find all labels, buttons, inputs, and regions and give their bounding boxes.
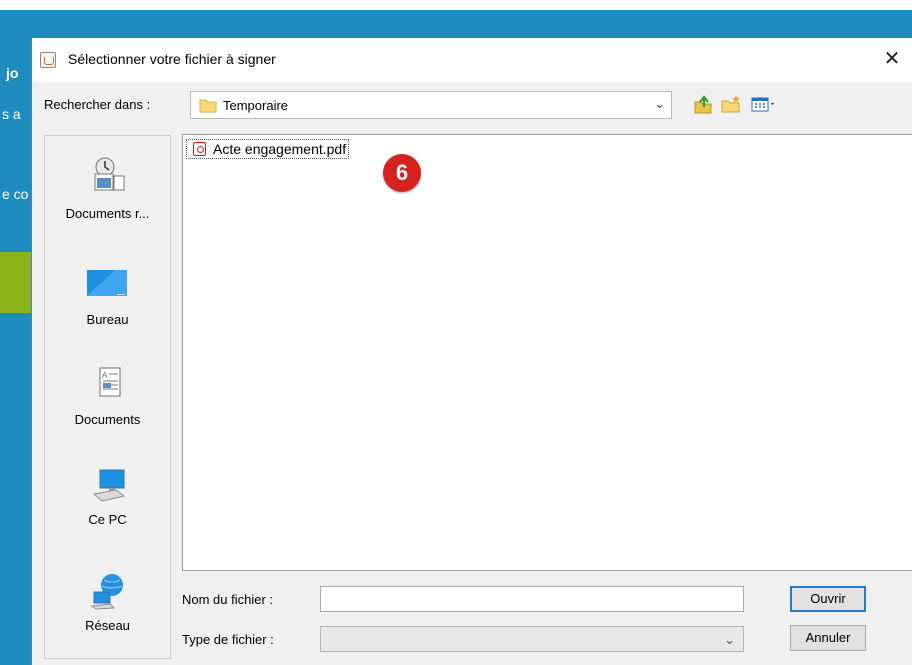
up-folder-icon[interactable]	[692, 93, 714, 115]
file-item[interactable]: Acte engagement.pdf	[186, 139, 350, 159]
pdf-file-icon	[193, 142, 206, 156]
background-app-panel: jo s a e co	[0, 10, 31, 665]
chevron-down-icon: ⌄	[724, 632, 735, 647]
place-label: Bureau	[86, 312, 129, 327]
background-text-fragment: s a	[2, 106, 21, 122]
svg-text:A: A	[102, 371, 108, 380]
recent-documents-icon	[94, 157, 125, 191]
close-button[interactable]: ✕	[872, 44, 912, 74]
file-type-select[interactable]: ⌄	[320, 626, 744, 652]
network-icon	[90, 574, 123, 610]
new-folder-icon[interactable]	[720, 93, 742, 115]
view-menu-icon[interactable]	[750, 93, 778, 115]
dialog-title: Sélectionner votre fichier à signer	[68, 51, 276, 67]
look-in-combobox[interactable]: Temporaire ⌄	[190, 91, 672, 119]
file-name-input[interactable]	[320, 586, 744, 612]
place-documents[interactable]: A Documents	[45, 364, 170, 454]
file-name-label: Nom du fichier :	[182, 592, 274, 607]
desktop-icon	[87, 270, 127, 296]
step-badge: 6	[383, 154, 421, 192]
place-label: Réseau	[85, 618, 130, 633]
java-app-icon	[40, 52, 56, 68]
place-network[interactable]: Réseau	[45, 572, 170, 652]
file-list[interactable]: Acte engagement.pdf 6	[182, 134, 912, 571]
folder-icon	[199, 99, 217, 113]
cancel-button[interactable]: Annuler	[790, 625, 866, 651]
open-button[interactable]: Ouvrir	[790, 586, 866, 612]
file-chooser-dialog: Sélectionner votre fichier à signer ✕ Re…	[31, 38, 912, 665]
background-green-block	[0, 252, 31, 313]
place-label: Ce PC	[88, 512, 127, 527]
place-recent-documents[interactable]: Documents r...	[45, 156, 170, 246]
places-sidebar: Documents r... Bureau A Documents Ce PC …	[44, 135, 171, 659]
file-type-label: Type de fichier :	[182, 632, 274, 647]
place-label: Documents r...	[65, 206, 150, 221]
place-desktop[interactable]: Bureau	[45, 264, 170, 344]
look-in-label: Rechercher dans :	[44, 97, 151, 112]
chevron-down-icon: ⌄	[654, 96, 665, 111]
background-text-fragment: e co	[2, 186, 29, 202]
place-label: Documents	[74, 412, 141, 427]
documents-icon: A	[99, 367, 121, 397]
place-computer[interactable]: Ce PC	[45, 466, 170, 556]
file-name: Acte engagement.pdf	[213, 141, 347, 157]
title-bar: Sélectionner votre fichier à signer ✕	[32, 38, 912, 82]
background-top	[0, 0, 912, 10]
background-text-fragment: jo	[6, 65, 19, 81]
look-in-value: Temporaire	[223, 98, 289, 113]
computer-icon	[92, 469, 126, 502]
background-header-strip	[31, 10, 912, 38]
